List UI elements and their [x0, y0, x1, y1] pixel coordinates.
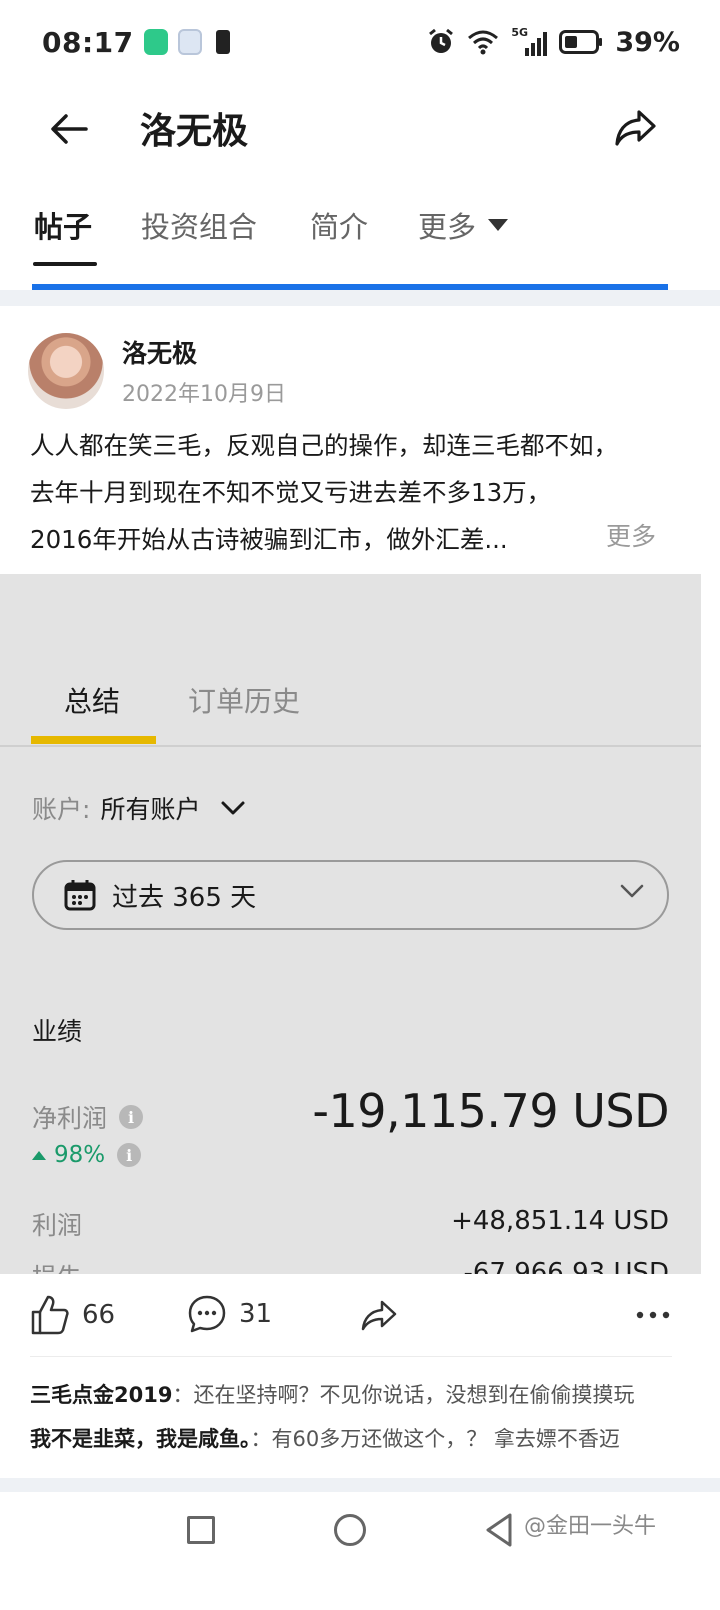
profile-tabs: 帖子 投资组合 简介 更多	[0, 190, 720, 270]
post-body[interactable]: 人人都在笑三毛，反观自己的操作，却连三毛都不如， 去年十月到现在不知不觉又亏进去…	[30, 422, 680, 563]
read-more-link[interactable]: 更多	[606, 517, 656, 553]
image-divider	[0, 745, 701, 747]
network-type-label: 5G	[511, 26, 529, 39]
comment-text: ：还在坚持啊？不见你说话，没想到在偷偷摸摸玩	[172, 1383, 635, 1407]
comment-item[interactable]: 三毛点金2019：还在坚持啊？不见你说话，没想到在偷偷摸摸玩	[30, 1379, 634, 1409]
change-row: 98% i	[32, 1142, 142, 1168]
info-icon: i	[117, 1143, 142, 1167]
post-line: 2016年开始从古诗被骗到汇市，做外汇差...	[30, 525, 508, 554]
more-options-icon[interactable]	[636, 1310, 670, 1320]
triangle-up-icon	[32, 1150, 46, 1160]
profit-value: +48,851.14 USD	[451, 1206, 669, 1236]
watermark: @金田一头牛	[524, 1514, 657, 1539]
share-icon[interactable]	[612, 104, 658, 150]
actions-divider	[30, 1356, 672, 1357]
image-tab-summary: 总结	[64, 685, 121, 718]
post-date: 2022年10月9日	[122, 382, 286, 407]
date-range-value: 过去 365 天	[112, 882, 257, 913]
chevron-down-icon	[221, 801, 245, 815]
tab-profile[interactable]: 简介	[310, 204, 368, 246]
signal-icon: 5G	[511, 26, 548, 56]
image-account-row: 账户: 所有账户	[32, 790, 246, 826]
cloud-app-icon	[177, 29, 202, 55]
status-right: 5G 39%	[427, 26, 680, 58]
page-title: 洛无极	[140, 111, 249, 152]
author-avatar[interactable]	[28, 333, 104, 409]
section-separator	[0, 290, 720, 306]
comment-item[interactable]: 我不是韭菜，我是咸鱼。：有60多万还做这个，？ 拿去嫖不香迈	[30, 1423, 620, 1453]
wifi-icon	[468, 30, 499, 55]
comment-author[interactable]: 三毛点金2019	[30, 1383, 172, 1407]
post-image[interactable]: 总结 订单历史 账户: 所有账户 过去 365 天 业绩 净利润 i -19,1…	[0, 574, 701, 1274]
image-date-range-select: 过去 365 天	[32, 860, 669, 930]
caret-down-icon	[488, 219, 509, 231]
change-percent: 98%	[54, 1142, 106, 1168]
post-line: 去年十月到现在不知不觉又亏进去差不多13万，	[30, 478, 552, 507]
performance-title: 业绩	[32, 1017, 83, 1046]
comment-button[interactable]: 31	[187, 1294, 272, 1334]
tab-more-label: 更多	[418, 210, 477, 244]
image-tab-indicator	[31, 736, 156, 744]
comment-count: 31	[239, 1299, 273, 1329]
post-line: 人人都在笑三毛，反观自己的操作，却连三毛都不如，	[30, 431, 618, 460]
info-icon: i	[119, 1105, 144, 1129]
status-time: 08:17	[42, 25, 134, 59]
battery-percent: 39%	[615, 26, 680, 58]
net-profit-label: 净利润	[32, 1104, 108, 1133]
recent-apps-button[interactable]	[187, 1516, 215, 1544]
net-profit-label-row: 净利润 i	[32, 1099, 144, 1135]
profit-label: 利润	[32, 1211, 83, 1240]
post-actions: 66 31	[0, 1274, 720, 1360]
system-nav-bar: @金田一头牛	[0, 1492, 720, 1610]
post-author[interactable]: 洛无极	[122, 334, 197, 370]
status-left: 08:17	[42, 26, 230, 59]
active-tab-indicator	[33, 262, 97, 266]
account-value: 所有账户	[100, 795, 201, 824]
chevron-down-icon	[620, 884, 644, 898]
status-bar: 08:17 5G 39%	[0, 0, 720, 84]
alarm-icon	[429, 28, 454, 53]
loss-value: -67,966.93 USD	[463, 1258, 669, 1274]
home-button[interactable]	[334, 1514, 366, 1546]
like-count: 66	[82, 1300, 116, 1330]
tab-more[interactable]: 更多	[418, 204, 509, 246]
tab-portfolio[interactable]: 投资组合	[141, 204, 257, 246]
battery-icon	[559, 30, 603, 54]
comment-text: ：有60多万还做这个，？ 拿去嫖不香迈	[250, 1427, 620, 1451]
like-button[interactable]: 66	[30, 1294, 115, 1336]
bottom-separator	[0, 1478, 720, 1492]
battery-saver-icon	[215, 30, 230, 54]
title-bar: 洛无极	[0, 84, 720, 174]
account-label: 账户:	[32, 795, 91, 824]
comment-bubble-icon	[188, 1295, 226, 1333]
tab-posts[interactable]: 帖子	[34, 204, 92, 246]
nav-back-icon[interactable]	[484, 1512, 514, 1548]
comment-author[interactable]: 我不是韭菜，我是咸鱼。	[30, 1427, 251, 1451]
loss-label: 损失	[32, 1258, 82, 1274]
share-icon[interactable]	[360, 1298, 398, 1334]
calendar-icon	[64, 880, 96, 911]
app-notification-icon	[143, 29, 168, 55]
back-arrow-icon[interactable]	[46, 106, 92, 152]
net-profit-value: -19,115.79 USD	[312, 1084, 669, 1138]
thumbs-up-icon	[31, 1295, 69, 1335]
image-tab-order-history: 订单历史	[188, 685, 301, 718]
